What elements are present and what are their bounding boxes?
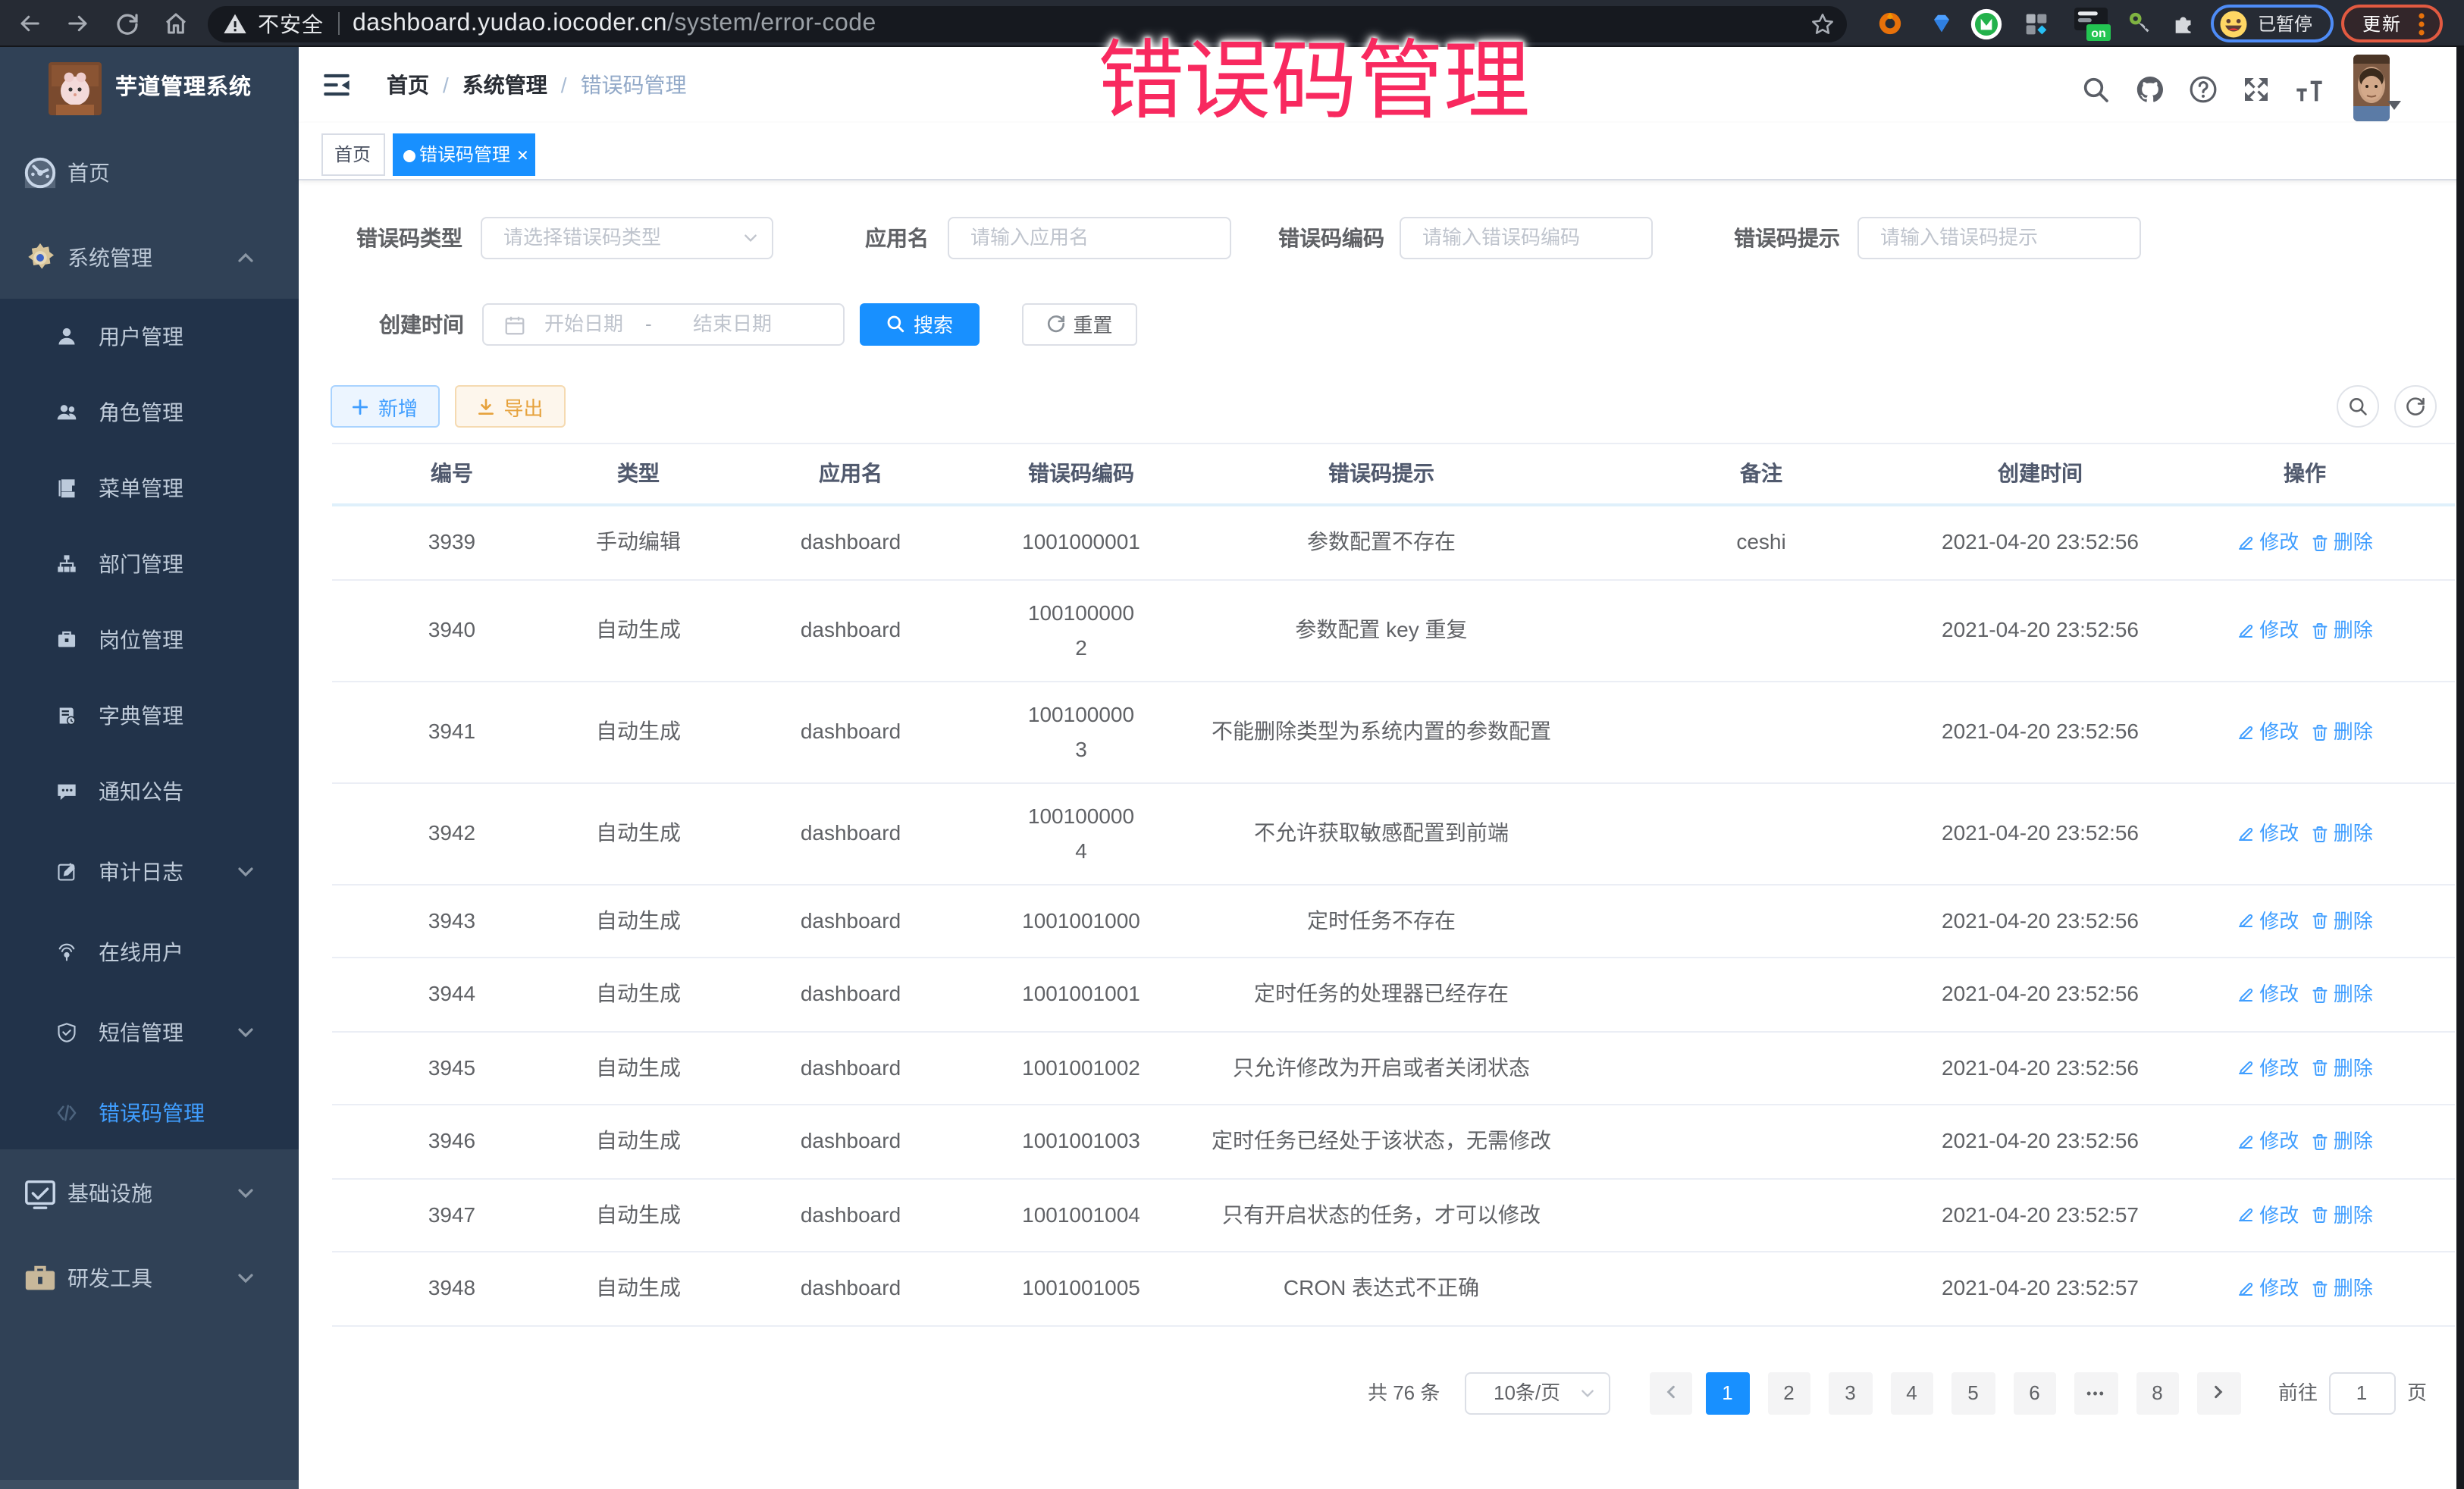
- svg-text:on: on: [2091, 27, 2106, 39]
